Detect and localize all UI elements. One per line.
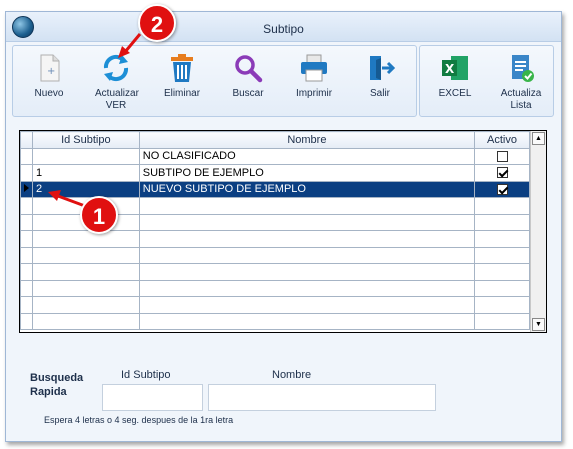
annotation-arrow-1 — [57, 194, 86, 208]
annotation-badge-1: 1 — [80, 196, 118, 234]
annotation-arrow-2 — [123, 33, 142, 53]
annotation-badge-2: 2 — [138, 4, 176, 42]
